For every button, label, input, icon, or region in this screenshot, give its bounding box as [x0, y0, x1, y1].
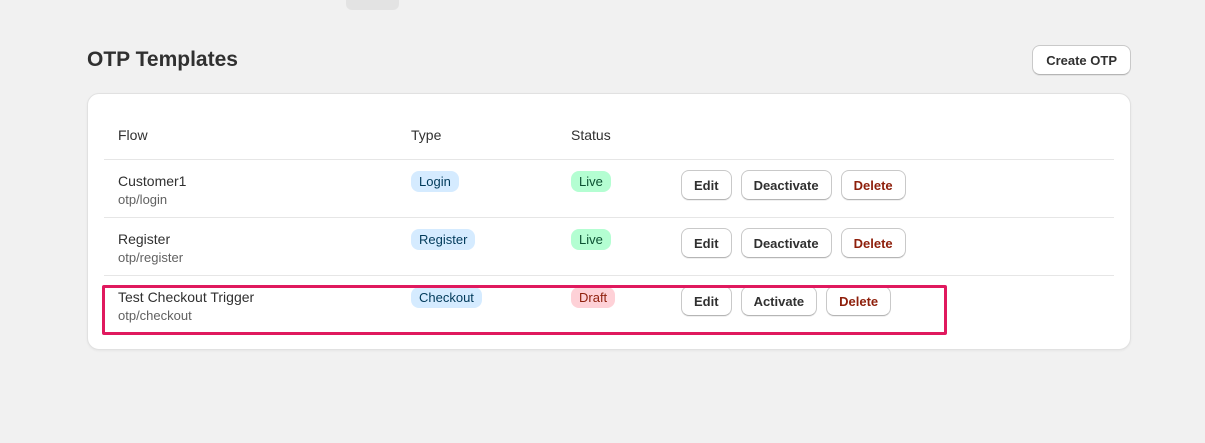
- create-otp-button[interactable]: Create OTP: [1032, 45, 1131, 75]
- type-badge: Login: [411, 171, 459, 192]
- flow-path: otp/checkout: [118, 308, 192, 323]
- flow-name: Register: [118, 231, 171, 247]
- delete-button[interactable]: Delete: [826, 286, 892, 316]
- status-badge: Draft: [571, 287, 616, 308]
- delete-button[interactable]: Delete: [840, 170, 906, 200]
- row-actions: Edit Activate Delete: [681, 286, 892, 316]
- type-badge: Register: [411, 229, 476, 250]
- deactivate-button[interactable]: Deactivate: [740, 228, 832, 258]
- flow-name: Test Checkout Trigger: [118, 289, 255, 305]
- flow-path: otp/login: [118, 192, 168, 207]
- type-badge: Checkout: [411, 287, 482, 308]
- page-title: OTP Templates: [87, 48, 238, 71]
- table-row: Test Checkout Trigger otp/checkout Check…: [104, 276, 1114, 334]
- otp-templates-table-card: Flow Type Status Customer1 otp/login Log…: [87, 93, 1131, 350]
- row-actions: Edit Deactivate Delete: [681, 170, 906, 200]
- status-badge: Live: [571, 171, 611, 192]
- status-badge: Live: [571, 229, 611, 250]
- flow-path: otp/register: [118, 250, 184, 265]
- page-header: OTP Templates Create OTP: [87, 44, 1131, 76]
- column-header-flow: Flow: [118, 127, 148, 143]
- edit-button[interactable]: Edit: [681, 286, 732, 316]
- table-row: Customer1 otp/login Login Live Edit Deac…: [104, 160, 1114, 218]
- delete-button[interactable]: Delete: [840, 228, 906, 258]
- deactivate-button[interactable]: Deactivate: [740, 170, 832, 200]
- previous-tab-remnant: [346, 0, 399, 10]
- table-row: Register otp/register Register Live Edit…: [104, 218, 1114, 276]
- flow-name: Customer1: [118, 173, 187, 189]
- edit-button[interactable]: Edit: [681, 170, 732, 200]
- edit-button[interactable]: Edit: [681, 228, 732, 258]
- page: OTP Templates Create OTP Flow Type Statu…: [0, 0, 1205, 443]
- row-actions: Edit Deactivate Delete: [681, 228, 906, 258]
- column-header-type: Type: [411, 127, 442, 143]
- activate-button[interactable]: Activate: [740, 286, 818, 316]
- table-header: Flow Type Status: [104, 118, 1114, 160]
- column-header-status: Status: [571, 127, 611, 143]
